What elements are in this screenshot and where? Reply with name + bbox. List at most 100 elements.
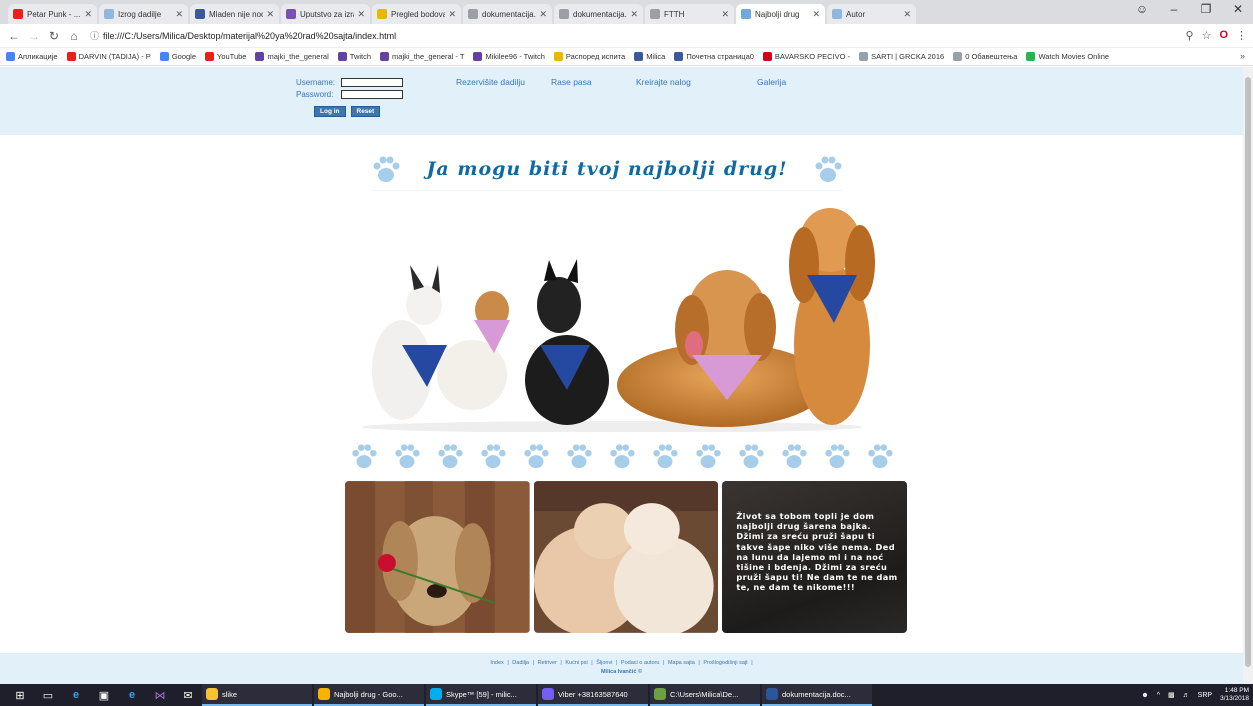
footer-link[interactable]: Mapa sajta	[668, 660, 695, 666]
footer-link[interactable]: Dadilja	[512, 660, 529, 666]
scrollbar-thumb[interactable]	[1245, 77, 1251, 667]
tab-close-icon[interactable]: ✕	[721, 9, 729, 20]
bookmark-item[interactable]: Апликације	[6, 52, 58, 61]
forward-icon[interactable]: →	[26, 29, 42, 43]
close-window-icon[interactable]: ✕	[1229, 2, 1247, 16]
login-button[interactable]: Log in	[314, 106, 346, 117]
bookmark-item[interactable]: Twitch	[337, 52, 371, 61]
footer-link[interactable]: Kućni psi	[565, 660, 587, 666]
bookmark-item[interactable]: Почетна страница0	[674, 52, 754, 61]
tab-favicon-icon	[832, 9, 842, 19]
browser-tab[interactable]: Uputstvo za izradu✕	[281, 4, 370, 24]
browser-tab[interactable]: Autor ✕	[827, 4, 916, 24]
password-input[interactable]	[341, 89, 403, 99]
tab-close-icon[interactable]: ✕	[448, 9, 456, 20]
taskbar-app-label: Najbolji drug - Goo...	[334, 689, 403, 699]
bookmark-item[interactable]: 0 Обавештења	[953, 52, 1017, 61]
ie-icon[interactable]: e	[124, 687, 140, 703]
nav-galerija[interactable]: Galerija	[757, 77, 786, 87]
taskbar-app[interactable]: Viber +38163587640	[538, 684, 648, 706]
nav-rase-pasa[interactable]: Rase pasa	[551, 77, 592, 87]
paw-icon	[823, 442, 858, 472]
bookmark-item[interactable]: Watch Movies Online	[1026, 52, 1109, 61]
language-indicator[interactable]: SRP	[1198, 692, 1212, 699]
edge-icon[interactable]: e	[68, 687, 84, 703]
tab-close-icon[interactable]: ✕	[812, 9, 820, 20]
clock[interactable]: 1:48 PM 3/13/2018	[1220, 687, 1249, 703]
bookmark-item[interactable]: Распоред испита	[553, 52, 625, 61]
menu-icon[interactable]: ⋮	[1236, 29, 1247, 42]
info-icon[interactable]: ⓘ	[90, 29, 99, 42]
people-icon[interactable]: ☻	[1141, 692, 1148, 699]
taskbar-apps: slike Najbolji drug - Goo... Skype™ [59] -…	[202, 684, 874, 706]
paw-icon	[373, 156, 400, 182]
visual-studio-icon[interactable]: ⋈	[152, 687, 168, 703]
browser-tab[interactable]: dokumentacija.pdf✕	[554, 4, 643, 24]
footer-link[interactable]: Prošlogodišnji sajt	[703, 660, 747, 666]
taskbar-app[interactable]: C:\Users\Milica\De...	[650, 684, 760, 706]
footer-link[interactable]: Podaci o autoru	[621, 660, 660, 666]
bookmark-label: 0 Обавештења	[965, 52, 1018, 61]
bookmark-item[interactable]: majki_the_general	[255, 52, 329, 61]
tab-title: Mladen nije nocas	[209, 9, 264, 19]
footer-link[interactable]: Šljonvi	[596, 660, 612, 666]
bookmark-item[interactable]: BAVARSKO PECIVO -	[762, 52, 850, 61]
browser-tab[interactable]: Petar Punk - ... ✕	[8, 4, 97, 24]
taskbar-app[interactable]: slike	[202, 684, 312, 706]
tab-close-icon[interactable]: ✕	[630, 9, 638, 20]
nav-rezervisite-dadilju[interactable]: Rezervišite dadilju	[456, 77, 525, 87]
tab-title: dokumentacija.pdf	[482, 9, 536, 19]
bookmark-item[interactable]: majki_the_general - T	[380, 52, 464, 61]
task-view-icon[interactable]: ▭	[40, 687, 56, 703]
taskbar-app[interactable]: dokumentacija.doc...	[762, 684, 872, 706]
bookmark-item[interactable]: Mikilee96 - Twitch	[473, 52, 545, 61]
back-icon[interactable]: ←	[6, 29, 22, 43]
tab-title: Pregled bodova | IC	[391, 9, 446, 19]
windows-start-icon[interactable]: ⊞	[12, 687, 28, 703]
tab-close-icon[interactable]: ✕	[84, 9, 92, 20]
browser-tab[interactable]: Pregled bodova | IC✕	[372, 4, 461, 24]
browser-tab[interactable]: Najbolji drug ✕	[736, 4, 825, 24]
tab-close-icon[interactable]: ✕	[266, 9, 274, 20]
bookmark-item[interactable]: DARVIN (TADIJA) - P	[66, 52, 151, 61]
taskbar-app[interactable]: Skype™ [59] - milic...	[426, 684, 536, 706]
opera-extension-icon[interactable]: O	[1219, 29, 1228, 42]
tab-close-icon[interactable]: ✕	[357, 9, 365, 20]
footer-link[interactable]: Retriver	[538, 660, 557, 666]
network-icon[interactable]: ▩	[1168, 691, 1175, 699]
zoom-search-icon[interactable]: ⚲	[1186, 29, 1194, 42]
bookmarks-overflow[interactable]: »	[1240, 51, 1245, 61]
profile-icon[interactable]: ☺	[1133, 2, 1151, 16]
minimize-icon[interactable]: –	[1165, 2, 1183, 16]
taskbar-app[interactable]: Najbolji drug - Goo...	[314, 684, 424, 706]
bookmark-icon	[66, 52, 76, 61]
bookmark-star-icon[interactable]: ☆	[1202, 29, 1212, 42]
address-bar[interactable]: ⓘ file:///C:/Users/Milica/Desktop/materi…	[86, 27, 1186, 45]
bookmark-item[interactable]: SARTI | GRCKA 2016	[859, 52, 944, 61]
tab-close-icon[interactable]: ✕	[175, 9, 183, 20]
browser-tab[interactable]: Mladen nije nocas✕	[190, 4, 279, 24]
tab-favicon-icon	[650, 9, 660, 19]
bookmark-item[interactable]: Google	[159, 52, 196, 61]
volume-icon[interactable]: ♬	[1183, 692, 1190, 699]
store-icon[interactable]: ▣	[96, 687, 112, 703]
paw-icon	[522, 442, 557, 472]
mail-icon[interactable]: ✉	[180, 687, 196, 703]
nav-kreirajte-nalog[interactable]: Kreirajte nalog	[636, 77, 691, 87]
home-icon[interactable]: ⌂	[66, 29, 82, 43]
footer-link[interactable]: Index	[490, 660, 503, 666]
bookmark-item[interactable]: YouTube	[205, 52, 246, 61]
username-input[interactable]	[341, 77, 403, 87]
page-scrollbar[interactable]	[1243, 67, 1253, 684]
browser-tab[interactable]: Izrog dadilje ✕	[99, 4, 188, 24]
tab-close-icon[interactable]: ✕	[539, 9, 547, 20]
reload-icon[interactable]: ↻	[46, 29, 62, 43]
bookmark-label: DARVIN (TADIJA) - P	[78, 52, 151, 61]
browser-tab[interactable]: dokumentacija.pdf✕	[463, 4, 552, 24]
maximize-icon[interactable]: ❐	[1197, 2, 1215, 16]
bookmark-item[interactable]: Milica	[634, 52, 665, 61]
tab-close-icon[interactable]: ✕	[903, 9, 911, 20]
tray-chevron-icon[interactable]: ^	[1157, 692, 1160, 699]
reset-button[interactable]: Reset	[350, 106, 381, 117]
browser-tab[interactable]: FTTH ✕	[645, 4, 734, 24]
